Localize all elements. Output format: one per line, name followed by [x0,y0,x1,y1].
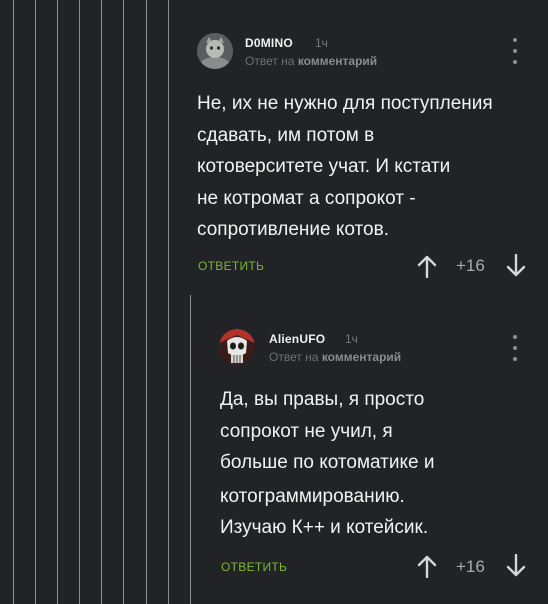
thread-line [190,295,191,604]
thread-line [123,0,124,604]
arrow-up-icon[interactable] [417,554,437,578]
thread-line [101,0,102,604]
arrow-down-icon[interactable] [506,554,526,578]
kebab-menu-icon[interactable] [511,335,519,361]
reply-to-link[interactable]: комментарий [322,350,401,364]
comment-text-line: больше по котоматике и [220,452,435,473]
comment: AlienUFO 1ч Ответ на комментарий Да, вы … [202,295,548,604]
reply-to-prefix: Ответ на [269,350,319,364]
comment-text-line: не котромат а сопрокот - [197,187,416,209]
comment-text-line: сдавать, им потом в [197,124,375,146]
comment-text-line: Не, их не нужно для поступления [197,93,493,114]
comment-text-line: сопрокот не учил, я [220,420,393,442]
comment-author[interactable]: AlienUFO [269,332,325,346]
reply-to: Ответ на комментарий [245,54,377,68]
comment-time: 1ч [315,36,328,50]
comment-text-line: Изучаю К++ и котейсик. [220,517,429,538]
avatar[interactable] [219,329,255,365]
reply-button[interactable]: ОТВЕТИТЬ [221,560,287,574]
kebab-menu-icon[interactable] [511,38,519,64]
comment-text-line: сопротивление котов. [197,219,389,240]
thread-line [168,0,169,604]
thread-line [57,0,58,604]
thread-line [35,0,36,604]
avatar-image [219,329,255,365]
comment-text-line: Да, вы правы, я просто [220,389,425,410]
avatar-image [197,33,233,69]
comment-text: Да, вы правы, я просто сопрокот не учил,… [220,384,434,544]
thread-line [13,0,14,604]
thread-line [146,0,147,604]
reply-to-link[interactable]: комментарий [298,54,377,68]
comment-time: 1ч [345,332,358,346]
reply-to-prefix: Ответ на [245,54,295,68]
arrow-down-icon[interactable] [506,254,526,278]
comment-author[interactable]: D0MINO [245,36,293,50]
reply-button[interactable]: ОТВЕТИТЬ [198,259,264,273]
arrow-up-icon[interactable] [417,254,437,278]
thread-line [79,0,80,604]
comment: D0MINO 1ч Ответ на комментарий Не, их не… [180,0,548,290]
rating-value: +16 [456,256,485,275]
rating-value: +16 [456,557,485,576]
comment-text: Не, их не нужно для поступления сдавать,… [197,88,493,246]
comment-text-line: котограммированию. [220,485,405,507]
comment-text-line: котоверситете учат. И кстати [197,156,451,177]
avatar[interactable] [197,33,233,69]
reply-to: Ответ на комментарий [269,350,401,364]
